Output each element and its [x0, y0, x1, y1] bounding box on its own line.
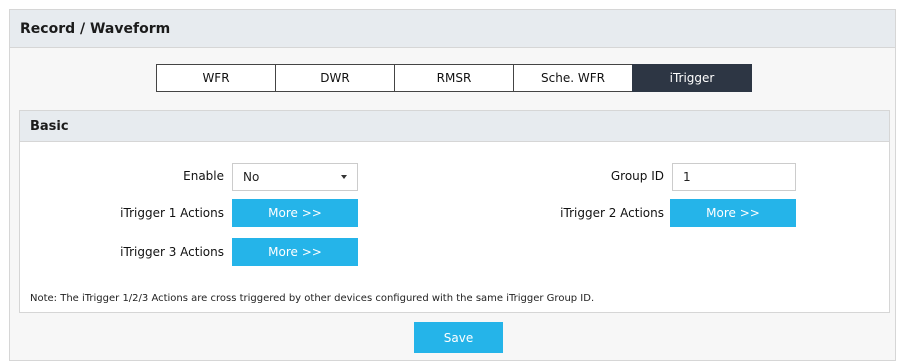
enable-select[interactable]: No: [232, 163, 358, 191]
section-title: Basic: [30, 119, 69, 134]
itrigger1-more-button[interactable]: More >>: [232, 199, 358, 227]
itrigger3-label: iTrigger 3 Actions: [120, 245, 224, 259]
group-id-label: Group ID: [610, 169, 664, 183]
itrigger-note: Note: The iTrigger 1/2/3 Actions are cro…: [30, 293, 595, 304]
panel-header: Record / Waveform: [10, 10, 895, 48]
tab-bar: WFR DWR RMSR Sche. WFR iTrigger: [156, 64, 752, 92]
itrigger2-more-button[interactable]: More >>: [670, 199, 796, 227]
page-title: Record / Waveform: [20, 21, 171, 37]
tab-rmsr[interactable]: RMSR: [394, 64, 514, 92]
itrigger3-more-button[interactable]: More >>: [232, 238, 358, 266]
tab-wfr[interactable]: WFR: [156, 64, 276, 92]
tab-dwr[interactable]: DWR: [275, 64, 395, 92]
enable-value: No: [243, 170, 260, 184]
itrigger1-label: iTrigger 1 Actions: [120, 206, 224, 220]
chevron-down-icon: [341, 175, 347, 179]
basic-section-header: Basic: [20, 111, 889, 142]
tab-sche-wfr[interactable]: Sche. WFR: [513, 64, 633, 92]
group-id-input[interactable]: 1: [672, 163, 796, 191]
tab-itrigger[interactable]: iTrigger: [632, 64, 752, 92]
enable-label: Enable: [183, 169, 224, 183]
itrigger2-label: iTrigger 2 Actions: [560, 206, 664, 220]
save-button[interactable]: Save: [414, 322, 503, 353]
record-waveform-panel: Record / Waveform WFR DWR RMSR Sche. WFR…: [9, 9, 896, 361]
basic-section: Basic Enable No Group ID 1 iTrigger 1 Ac…: [19, 110, 890, 313]
